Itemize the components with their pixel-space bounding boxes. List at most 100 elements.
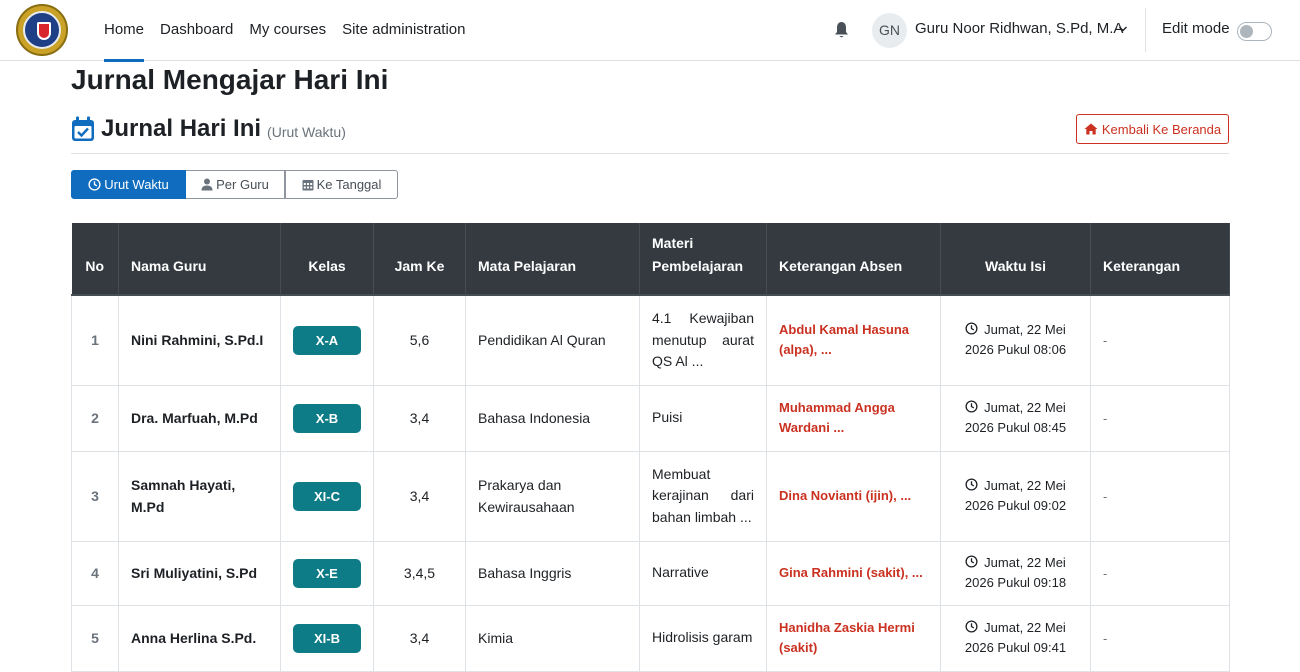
- cell-nama-guru: Sri Muliyatini, S.Pd: [118, 540, 281, 606]
- waktu-isi-time: 2026 Pukul 08:06: [964, 342, 1067, 358]
- cell-materi: 4.1 Kewajiban menutup aurat QS Al ...: [639, 294, 767, 386]
- col-header-waktu-isi: Waktu Isi: [940, 223, 1091, 296]
- cell-jam-ke: 3,4: [373, 450, 466, 542]
- view-ke-tanggal-button[interactable]: Ke Tanggal: [285, 170, 398, 199]
- table-row: 3 Samnah Hayati, M.Pd XI-C 3,4 Prakarya dan …: [71, 450, 1230, 542]
- cell-kelas: XI-B: [280, 604, 374, 672]
- cell-jam-ke: 3,4: [373, 604, 466, 672]
- nav-site-administration[interactable]: Site administration: [334, 0, 473, 61]
- cell-materi: Puisi: [639, 384, 767, 452]
- kelas-badge[interactable]: XI-B: [293, 623, 361, 653]
- cell-waktu-isi: Jumat, 22 Mei 2026 Pukul 08:45: [940, 384, 1091, 452]
- nav-dashboard[interactable]: Dashboard: [152, 0, 241, 61]
- kelas-badge[interactable]: X-A: [293, 325, 361, 355]
- back-to-home-button[interactable]: Kembali Ke Beranda: [1076, 114, 1229, 144]
- edit-mode-label: Edit mode: [1162, 20, 1230, 37]
- school-logo[interactable]: [16, 4, 68, 56]
- nav-home[interactable]: Home: [96, 0, 152, 62]
- page-title: Jurnal Mengajar Hari Ini: [71, 64, 389, 95]
- primary-navigation: Home Dashboard My courses Site administr…: [96, 0, 474, 62]
- view-ke-tanggal-label: Ke Tanggal: [316, 177, 382, 192]
- col-header-no: No: [71, 223, 119, 296]
- view-urut-waktu-label: Urut Waktu: [104, 177, 169, 192]
- section-divider: [71, 153, 1229, 154]
- journal-table: No Nama Guru Kelas Jam Ke Mata Pelajaran…: [71, 223, 1230, 672]
- cell-kelas: XI-C: [280, 450, 374, 542]
- cell-kelas: X-E: [280, 540, 374, 606]
- calendar-check-icon: [72, 116, 94, 141]
- cell-no: 1: [71, 294, 119, 386]
- cell-materi: Narrative: [639, 540, 767, 606]
- cell-mata-pelajaran: Kimia: [465, 604, 640, 672]
- cell-waktu-isi: Jumat, 22 Mei 2026 Pukul 09:18: [940, 540, 1091, 606]
- cell-keterangan-absen[interactable]: Dina Novianti (ijin), ...: [766, 450, 941, 542]
- cell-materi: Membuat kerajinan dari bahan limbah ...: [639, 450, 767, 542]
- view-urut-waktu-button[interactable]: Urut Waktu: [71, 170, 186, 199]
- view-per-guru-label: Per Guru: [216, 177, 269, 192]
- user-menu-name[interactable]: Guru Noor Ridhwan, S.Pd, M.A: [915, 20, 1123, 37]
- cell-nama-guru: Samnah Hayati, M.Pd: [118, 450, 281, 542]
- section-title: Jurnal Hari Ini: [101, 115, 262, 142]
- calendar-icon: [302, 180, 314, 191]
- navbar-divider: [1145, 8, 1146, 52]
- waktu-isi-date: Jumat, 22 Mei: [984, 555, 1066, 570]
- back-to-home-label: Kembali Ke Beranda: [1101, 121, 1222, 137]
- cell-keterangan-absen[interactable]: Muhammad Angga Wardani ...: [766, 384, 941, 452]
- cell-mata-pelajaran: Prakarya dan Kewirausahaan: [465, 450, 640, 542]
- col-header-kelas: Kelas: [280, 223, 374, 296]
- cell-materi: Hidrolisis garam: [639, 604, 767, 672]
- cell-kelas: X-B: [280, 384, 374, 452]
- logo-emblem: [23, 11, 61, 49]
- table-row: 5 Anna Herlina S.Pd. XI-B 3,4 Kimia Hidrolisi…: [71, 604, 1230, 672]
- notification-bell-icon[interactable]: [833, 21, 850, 39]
- col-header-mata-pelajaran: Mata Pelajaran: [465, 223, 640, 296]
- cell-waktu-isi: Jumat, 22 Mei 2026 Pukul 08:06: [940, 294, 1091, 386]
- clock-icon: [965, 322, 978, 335]
- table-body: 1 Nini Rahmini, S.Pd.I X-A 5,6 Pendidikan Al…: [71, 294, 1230, 672]
- kelas-badge[interactable]: X-B: [293, 403, 361, 433]
- cell-mata-pelajaran: Pendidikan Al Quran: [465, 294, 640, 386]
- view-per-guru-button[interactable]: Per Guru: [186, 170, 285, 199]
- table-row: 2 Dra. Marfuah, M.Pd X-B 3,4 Bahasa Indonesi…: [71, 384, 1230, 452]
- cell-keterangan-absen[interactable]: Abdul Kamal Hasuna (alpa), ...: [766, 294, 941, 386]
- view-mode-button-group: Urut Waktu Per Guru Ke Tanggal: [71, 170, 398, 199]
- col-header-keterangan: Keterangan: [1090, 223, 1230, 296]
- cell-no: 3: [71, 450, 119, 542]
- cell-waktu-isi: Jumat, 22 Mei 2026 Pukul 09:02: [940, 450, 1091, 542]
- cell-jam-ke: 3,4,5: [373, 540, 466, 606]
- waktu-isi-date: Jumat, 22 Mei: [984, 620, 1066, 635]
- clock-icon: [88, 178, 101, 191]
- table-row: 1 Nini Rahmini, S.Pd.I X-A 5,6 Pendidikan Al…: [71, 294, 1230, 386]
- cell-keterangan-absen[interactable]: Gina Rahmini (sakit), ...: [766, 540, 941, 606]
- table-header: No Nama Guru Kelas Jam Ke Mata Pelajaran…: [71, 223, 1230, 296]
- clock-icon: [965, 400, 978, 413]
- cell-keterangan-absen[interactable]: Hanidha Zaskia Hermi (sakit): [766, 604, 941, 672]
- cell-keterangan: -: [1090, 294, 1230, 386]
- edit-mode-toggle[interactable]: [1237, 22, 1272, 41]
- kelas-badge[interactable]: XI-C: [293, 481, 361, 511]
- user-icon: [201, 178, 213, 191]
- top-navbar: Home Dashboard My courses Site administr…: [0, 0, 1300, 62]
- waktu-isi-time: 2026 Pukul 09:18: [964, 575, 1067, 590]
- kelas-badge[interactable]: X-E: [293, 558, 361, 588]
- cell-kelas: X-A: [280, 294, 374, 386]
- home-icon: [1084, 123, 1098, 135]
- col-header-nama-guru: Nama Guru: [118, 223, 281, 296]
- nav-my-courses[interactable]: My courses: [241, 0, 334, 61]
- cell-nama-guru: Nini Rahmini, S.Pd.I: [118, 294, 281, 386]
- waktu-isi-time: 2026 Pukul 08:45: [964, 420, 1067, 435]
- cell-no: 5: [71, 604, 119, 672]
- clock-icon: [965, 555, 978, 568]
- section-sort-note: (Urut Waktu): [267, 124, 346, 140]
- clock-icon: [965, 620, 978, 633]
- cell-no: 4: [71, 540, 119, 606]
- waktu-isi-date: Jumat, 22 Mei: [984, 322, 1066, 338]
- waktu-isi-time: 2026 Pukul 09:41: [964, 640, 1067, 655]
- user-avatar[interactable]: GN: [872, 13, 907, 48]
- chevron-down-icon[interactable]: [1118, 24, 1128, 34]
- cell-jam-ke: 5,6: [373, 294, 466, 386]
- cell-mata-pelajaran: Bahasa Indonesia: [465, 384, 640, 452]
- col-header-keterangan-absen: Keterangan Absen: [766, 223, 941, 296]
- cell-keterangan: -: [1090, 450, 1230, 542]
- cell-mata-pelajaran: Bahasa Inggris: [465, 540, 640, 606]
